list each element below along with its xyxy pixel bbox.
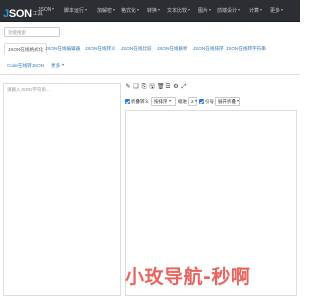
top-navbar: JSON工具 JSON 脚本运行 加解密 格式化 转换 文本比较 图片 前端设计… <box>0 0 300 22</box>
chevron-down-icon <box>158 9 161 11</box>
fold-escape-checkbox[interactable] <box>125 99 130 104</box>
tab-json-editor[interactable]: JSON在线编辑器 <box>42 43 83 55</box>
nav-item-crypto[interactable]: 加解密 <box>97 7 116 14</box>
chevron-down-icon <box>113 9 116 11</box>
trash-icon[interactable]: 🗑 <box>157 83 165 91</box>
chevron-down-icon <box>85 9 88 11</box>
tab-code-to-json[interactable]: Code在线转JSON <box>4 60 47 72</box>
indent-select[interactable]: 2 <box>188 97 197 106</box>
document-icon[interactable]: ❏ <box>133 83 139 91</box>
chevron-down-icon <box>168 100 171 102</box>
fold-escape-label: 折叠转义 <box>131 99 149 104</box>
nav-item-image[interactable]: 图片 <box>198 7 212 14</box>
brand-logo[interactable]: JSON工具 <box>3 4 43 20</box>
chevron-down-icon <box>209 9 212 11</box>
expand-icon[interactable]: ⤢ <box>181 83 187 91</box>
quote-label: 引号 <box>205 99 214 104</box>
brand-logo-text: JSON <box>3 8 32 20</box>
nav-item-format[interactable]: 格式化 <box>121 7 140 14</box>
tab-json-compare[interactable]: JSON在线比较 <box>118 43 155 55</box>
tool-tabs: JSON在线格式化 JSON在线编辑器 JSON在线转义 JSON在线比较 JS… <box>0 40 300 75</box>
tab-json-format[interactable]: JSON在线格式化 <box>4 43 48 55</box>
json-input-placeholder: 请输入JSON字符串... <box>7 87 50 92</box>
gear-icon[interactable]: ⚙ <box>173 83 179 91</box>
tab-json-sort[interactable]: JSON在线排序 <box>190 43 227 55</box>
function-search-input[interactable]: 功能搜索 <box>4 27 60 37</box>
nav-item-script-run[interactable]: 脚本运行 <box>64 7 88 14</box>
output-mode-select[interactable]: 展开折叠 <box>215 97 240 106</box>
tab-json-to-string[interactable]: JSON在线转字符串 <box>223 43 269 55</box>
tab-json-parse[interactable]: JSON在线解析 <box>154 43 191 55</box>
save-icon[interactable]: 🖫 <box>149 83 155 91</box>
quote-checkbox[interactable] <box>199 99 204 104</box>
chevron-down-icon <box>238 9 241 11</box>
sort-select[interactable]: 按排序 <box>151 97 176 106</box>
chevron-down-icon <box>194 100 197 102</box>
chevron-down-icon <box>137 9 140 11</box>
nav-item-calculate[interactable]: 计算 <box>249 7 263 14</box>
chevron-down-icon <box>237 100 239 102</box>
nav-item-convert[interactable]: 转换 <box>147 7 161 14</box>
copy-icon[interactable]: ⎘ <box>141 83 147 91</box>
json-input-editor[interactable]: 请输入JSON字符串... <box>3 83 121 296</box>
chevron-down-icon <box>281 9 284 11</box>
pencil-icon[interactable]: ✎ <box>125 83 131 91</box>
chevron-down-icon <box>188 9 191 11</box>
nav-item-json[interactable]: JSON <box>38 7 55 13</box>
nav-item-more[interactable]: 更多 <box>270 7 284 14</box>
chevron-down-icon <box>260 9 263 11</box>
tab-more-dropdown[interactable]: 更多 <box>48 60 67 72</box>
nav-item-text-compare[interactable]: 文本比较 <box>167 7 191 14</box>
chevron-down-icon <box>62 64 65 66</box>
list-icon[interactable]: ☰ <box>165 83 171 91</box>
indent-label: 缩进 <box>178 99 187 104</box>
tab-json-escape[interactable]: JSON在线转义 <box>82 43 119 55</box>
nav-item-frontend-design[interactable]: 前端设计 <box>217 7 241 14</box>
chevron-down-icon <box>52 8 55 10</box>
watermark-text: 小玫导航-秒啊 <box>125 266 251 288</box>
